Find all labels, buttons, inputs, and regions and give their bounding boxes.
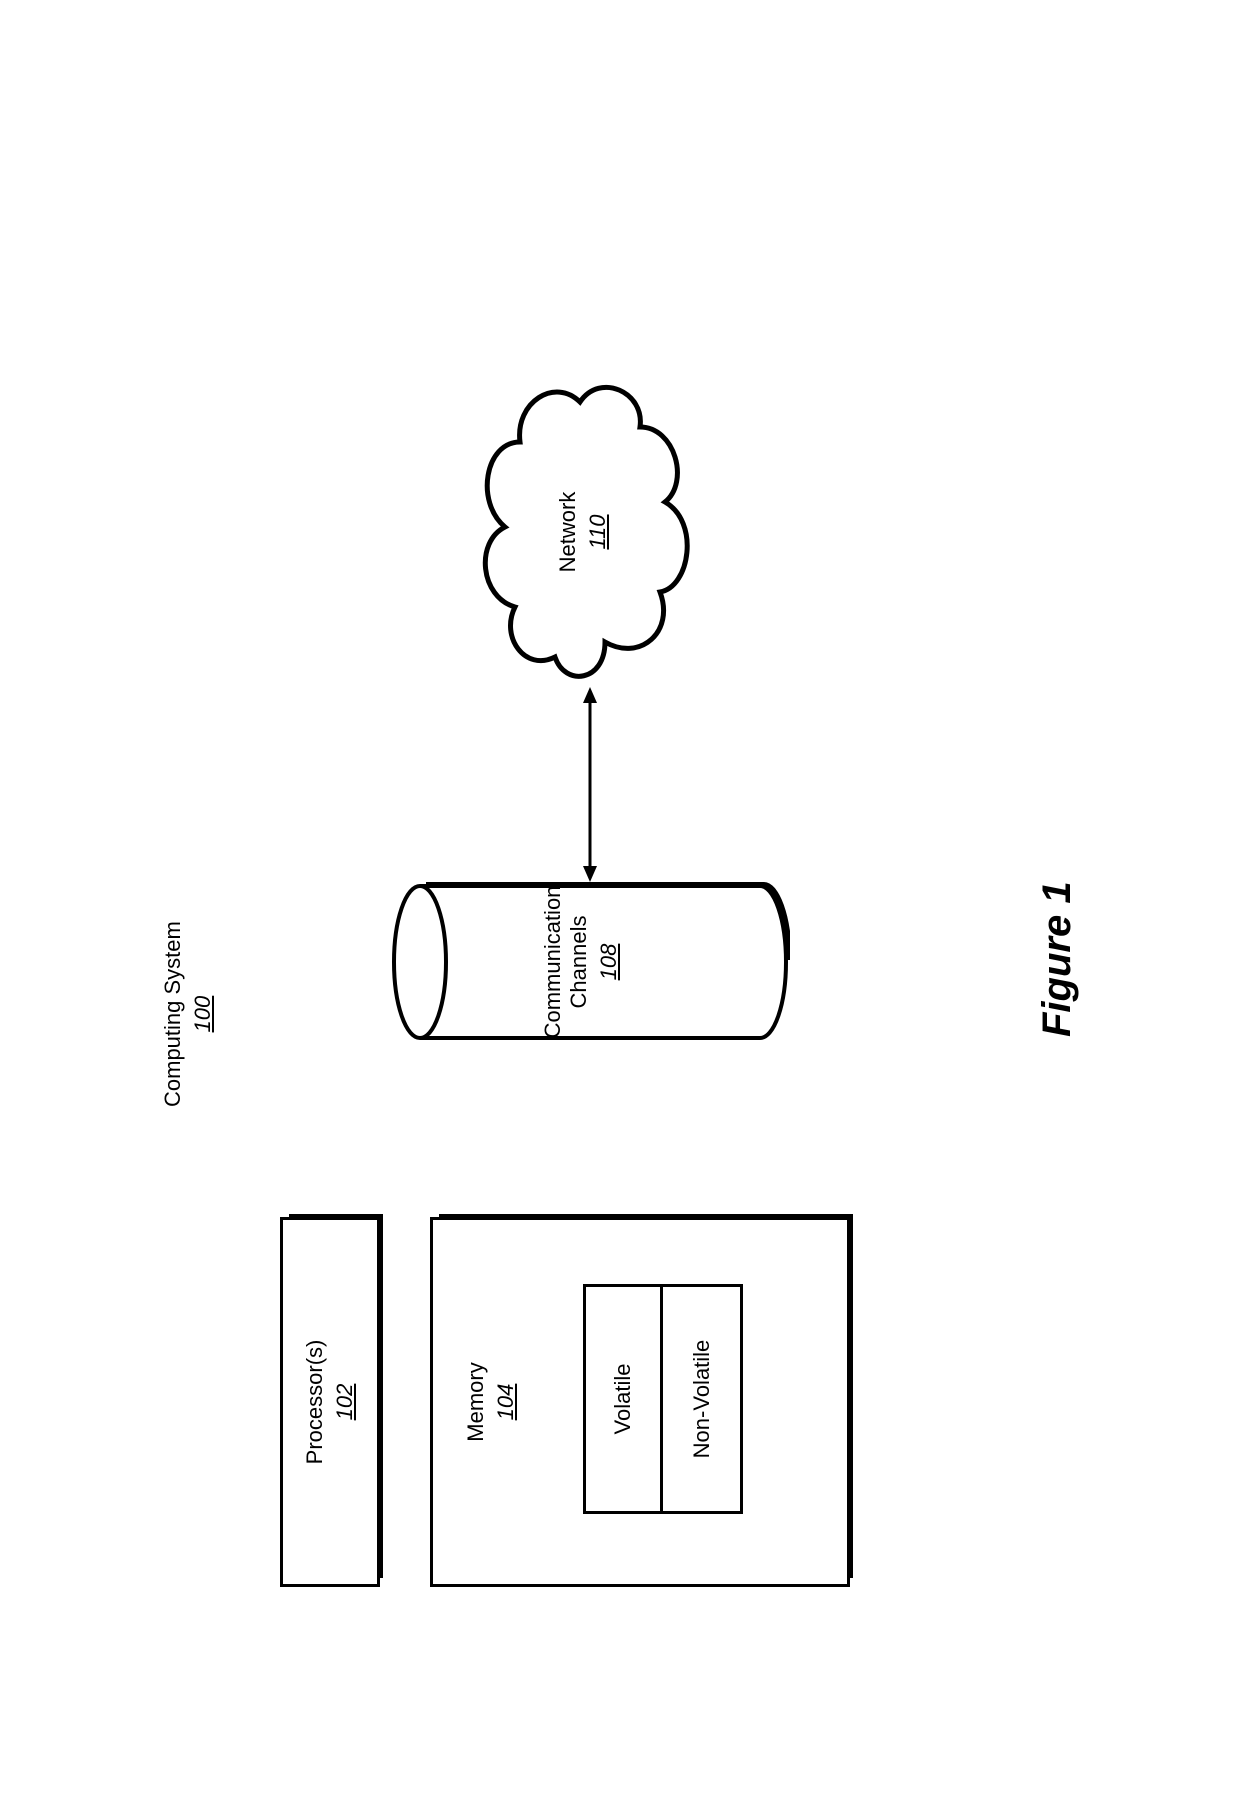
volatile-row: Volatile — [583, 1284, 663, 1514]
figure-label: Figure 1 — [1035, 881, 1080, 1037]
bidirectional-arrow — [580, 687, 600, 882]
network-label: Network — [555, 372, 581, 692]
memory-ref: 104 — [493, 1220, 519, 1584]
title-label: Computing System — [160, 921, 186, 1107]
processor-box: Processor(s) 102 — [280, 1217, 380, 1587]
network-ref: 110 — [585, 372, 611, 692]
memory-label: Memory — [463, 1220, 489, 1584]
comm-label1: Communication — [540, 882, 566, 1042]
network-cloud: Network 110 — [465, 372, 705, 692]
memory-box: Memory 104 Volatile Non-Volatile — [430, 1217, 850, 1587]
comm-ref: 108 — [596, 882, 622, 1042]
comm-label2: Channels — [566, 882, 592, 1042]
comm-text: Communication Channels 108 — [540, 882, 622, 1042]
title-ref: 100 — [190, 921, 216, 1107]
communication-channels-cylinder: Communication Channels 108 — [390, 882, 790, 1042]
network-text: Network 110 — [555, 372, 611, 692]
nonvolatile-row: Non-Volatile — [663, 1284, 743, 1514]
diagram-container: Computing System 100 Processor(s) 102 Me… — [120, 157, 1120, 1657]
processor-ref: 102 — [332, 1220, 358, 1584]
memory-inner-table: Volatile Non-Volatile — [583, 1284, 743, 1514]
diagram-title: Computing System 100 — [160, 921, 216, 1107]
processor-label: Processor(s) — [302, 1220, 328, 1584]
